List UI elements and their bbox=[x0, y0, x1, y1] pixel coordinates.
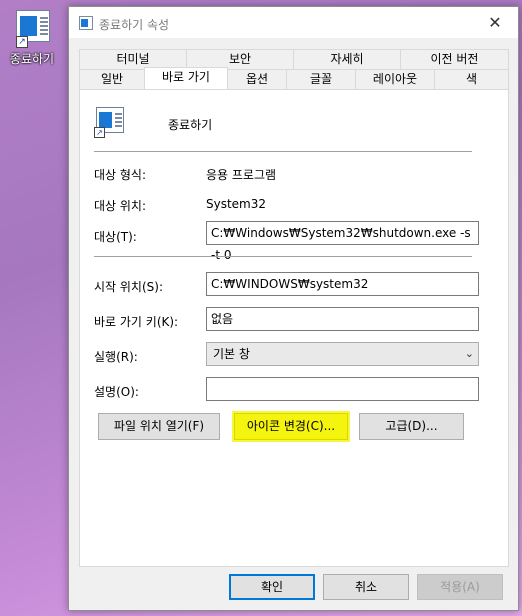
start-in-field[interactable]: C:₩WINDOWS₩system32 bbox=[206, 272, 479, 296]
target-type-value: 응용 프로그램 bbox=[206, 168, 277, 182]
open-file-location-button[interactable]: 파일 위치 열기(F) bbox=[98, 413, 220, 440]
target-location-label: 대상 위치: bbox=[94, 199, 147, 213]
comment-field[interactable] bbox=[206, 377, 479, 401]
tab-options[interactable]: 옵션 bbox=[227, 69, 287, 89]
ok-button[interactable]: 확인 bbox=[229, 574, 315, 600]
title-bar[interactable]: 종료하기 속성 ✕ bbox=[69, 7, 518, 38]
shortcut-name: 종료하기 bbox=[168, 118, 213, 132]
window-app-icon bbox=[79, 16, 93, 30]
run-select-value: 기본 창 bbox=[213, 347, 250, 361]
tab-layout[interactable]: 레이아웃 bbox=[355, 69, 435, 89]
tab-shortcut[interactable]: 바로 가기 bbox=[144, 67, 228, 89]
tab-details[interactable]: 자세히 bbox=[293, 49, 401, 69]
change-icon-button[interactable]: 아이콘 변경(C)... bbox=[234, 413, 348, 440]
target-location-value: System32 bbox=[206, 197, 267, 211]
window-title: 종료하기 속성 bbox=[99, 18, 170, 32]
comment-label: 설명(O): bbox=[94, 385, 139, 399]
hotkey-field[interactable]: 없음 bbox=[206, 307, 479, 331]
desktop-shortcut[interactable]: ↗ 종료하기 bbox=[2, 8, 62, 72]
run-label: 실행(R): bbox=[94, 350, 138, 364]
tab-colors[interactable]: 색 bbox=[434, 69, 509, 89]
shortcut-app-icon: ↗ bbox=[94, 106, 126, 138]
run-select[interactable]: 기본 창 ⌄ bbox=[206, 342, 479, 366]
advanced-button[interactable]: 고급(D)... bbox=[359, 413, 464, 440]
tab-terminal[interactable]: 터미널 bbox=[79, 49, 187, 69]
shortcut-app-icon: ↗ bbox=[12, 8, 52, 48]
target-type-label: 대상 형식: bbox=[94, 168, 147, 182]
start-in-label: 시작 위치(S): bbox=[94, 280, 163, 294]
divider bbox=[94, 256, 472, 257]
chevron-down-icon: ⌄ bbox=[464, 347, 474, 360]
tab-security[interactable]: 보안 bbox=[186, 49, 294, 69]
shortcut-arrow-icon: ↗ bbox=[94, 127, 105, 138]
tab-general[interactable]: 일반 bbox=[79, 69, 145, 89]
close-icon[interactable]: ✕ bbox=[472, 7, 518, 38]
properties-dialog: 종료하기 속성 ✕ 터미널 보안 자세히 이전 버전 일반 바로 가기 옵션 글… bbox=[68, 6, 519, 611]
desktop-shortcut-label: 종료하기 bbox=[9, 52, 55, 66]
divider bbox=[94, 151, 472, 152]
shortcut-arrow-icon: ↗ bbox=[16, 36, 28, 48]
target-label: 대상(T): bbox=[94, 230, 137, 244]
apply-button[interactable]: 적용(A) bbox=[417, 574, 503, 600]
tab-previous-versions[interactable]: 이전 버전 bbox=[400, 49, 509, 69]
hotkey-label: 바로 가기 키(K): bbox=[94, 315, 179, 329]
shortcut-tab-panel: ↗ 종료하기 대상 형식: 응용 프로그램 대상 위치: System32 대상… bbox=[79, 89, 509, 567]
tab-font[interactable]: 글꼴 bbox=[286, 69, 356, 89]
cancel-button[interactable]: 취소 bbox=[323, 574, 409, 600]
target-field[interactable]: C:₩Windows₩System32₩shutdown.exe -s -t 0 bbox=[206, 221, 479, 262]
